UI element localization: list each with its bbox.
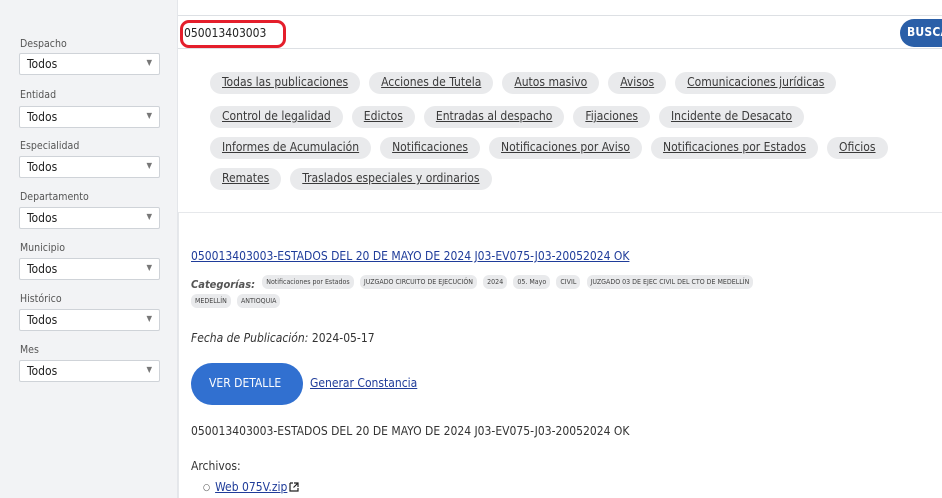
category-row: Remates Traslados especiales y ordinario… xyxy=(210,168,492,190)
category-badge: Notificaciones por Estados xyxy=(262,275,354,289)
category-badge: 05. Mayo xyxy=(513,275,551,289)
category-row: Informes de Acumulación Notificaciones N… xyxy=(210,137,888,159)
publication-date: Fecha de Publicación: 2024-05-17 xyxy=(191,331,375,345)
tag-control-de-legalidad[interactable]: Control de legalidad xyxy=(210,106,343,128)
tag-incidente-de-desacato[interactable]: Incidente de Desacato xyxy=(658,106,805,128)
chevron-down-icon: ▼ xyxy=(146,111,152,120)
tag-notificaciones[interactable]: Notificaciones xyxy=(380,137,481,159)
chevron-down-icon: ▼ xyxy=(146,263,152,272)
tag-remates[interactable]: Remates xyxy=(210,168,282,190)
category-badge: MEDELLÍN xyxy=(191,294,231,308)
category-badge: JUZGADO CIRCUITO DE EJECUCIÓN xyxy=(359,275,478,289)
tag-entradas-al-despacho[interactable]: Entradas al despacho xyxy=(423,106,565,128)
category-badge: 2024 xyxy=(483,275,508,289)
result-card: 050013403003-ESTADOS DEL 20 DE MAYO DE 2… xyxy=(178,212,942,498)
tag-autos-masivo[interactable]: Autos masivo xyxy=(502,72,600,94)
tag-notificaciones-por-estados[interactable]: Notificaciones por Estados xyxy=(651,137,819,159)
filter-value: Todos xyxy=(27,57,58,71)
filter-select-municipio[interactable]: Todos ▼ xyxy=(19,258,160,280)
filter-label-departamento: Departamento xyxy=(20,191,89,203)
category-badge: JUZGADO 03 DE EJEC CIVIL DEL CTO DE MEDE… xyxy=(586,275,754,289)
publication-date-value: 2024-05-17 xyxy=(311,331,375,345)
result-title-link[interactable]: 050013403003-ESTADOS DEL 20 DE MAYO DE 2… xyxy=(191,249,629,263)
file-list-item: ○ Web 075V.zip xyxy=(203,480,299,494)
filter-value: Todos xyxy=(27,160,58,174)
category-badge: ANTIOQUIA xyxy=(236,294,281,308)
filter-value: Todos xyxy=(27,262,58,276)
tag-avisos[interactable]: Avisos xyxy=(608,72,667,94)
tag-edictos[interactable]: Edictos xyxy=(351,106,415,128)
tag-traslados-especiales[interactable]: Traslados especiales y ordinarios xyxy=(290,168,492,190)
chevron-down-icon: ▼ xyxy=(146,58,152,67)
filter-select-mes[interactable]: Todos ▼ xyxy=(19,360,160,382)
tag-todas-las-publicaciones[interactable]: Todas las publicaciones xyxy=(210,72,361,94)
result-description: 050013403003-ESTADOS DEL 20 DE MAYO DE 2… xyxy=(191,424,630,438)
view-detail-button[interactable]: VER DETALLE xyxy=(191,363,303,405)
chevron-down-icon: ▼ xyxy=(146,212,152,221)
filter-label-historico: Histórico xyxy=(20,293,62,305)
generate-constancia-link[interactable]: Generar Constancia xyxy=(310,376,417,390)
files-label: Archivos: xyxy=(191,459,241,473)
tag-notificaciones-por-aviso[interactable]: Notificaciones por Aviso xyxy=(489,137,642,159)
filter-label-municipio: Municipio xyxy=(20,242,65,254)
filter-label-mes: Mes xyxy=(20,344,39,356)
tag-fijaciones[interactable]: Fijaciones xyxy=(573,106,650,128)
filter-label-especialidad: Especialidad xyxy=(20,140,80,152)
categorias-label: Categorías: xyxy=(191,277,256,291)
bullet-icon: ○ xyxy=(203,482,211,493)
chevron-down-icon: ▼ xyxy=(146,365,152,374)
publication-date-label: Fecha de Publicación: xyxy=(191,331,309,345)
filter-select-historico[interactable]: Todos ▼ xyxy=(19,309,160,331)
filter-select-entidad[interactable]: Todos ▼ xyxy=(19,106,160,128)
result-categories: Categorías: Notificaciones por Estados J… xyxy=(191,275,931,313)
tag-acciones-de-tutela[interactable]: Acciones de Tutela xyxy=(369,72,494,94)
filter-value: Todos xyxy=(27,364,58,378)
search-input[interactable]: 050013403003 xyxy=(180,20,286,48)
filters-sidebar: Despacho Todos ▼ Entidad Todos ▼ Especiali… xyxy=(0,0,178,498)
search-bar: 050013403003 BUSCA xyxy=(178,15,942,49)
chevron-down-icon: ▼ xyxy=(146,161,152,170)
tag-oficios[interactable]: Oficios xyxy=(827,137,888,159)
filter-select-despacho[interactable]: Todos ▼ xyxy=(19,53,160,75)
filter-value: Todos xyxy=(27,211,58,225)
chevron-down-icon: ▼ xyxy=(146,314,152,323)
tag-comunicaciones-juridicas[interactable]: Comunicaciones jurídicas xyxy=(675,72,837,94)
filter-select-especialidad[interactable]: Todos ▼ xyxy=(19,156,160,178)
file-download-link[interactable]: Web 075V.zip xyxy=(215,480,287,494)
category-badge: CIVIL xyxy=(556,275,581,289)
filter-select-departamento[interactable]: Todos ▼ xyxy=(19,207,160,229)
category-row: Todas las publicaciones Acciones de Tute… xyxy=(210,72,837,94)
filter-value: Todos xyxy=(27,313,58,327)
filter-label-entidad: Entidad xyxy=(20,89,57,101)
search-button[interactable]: BUSCA xyxy=(900,19,942,47)
filter-label-despacho: Despacho xyxy=(20,38,67,50)
filter-value: Todos xyxy=(27,110,58,124)
external-link-icon[interactable] xyxy=(289,482,299,492)
category-row: Control de legalidad Edictos Entradas al… xyxy=(210,106,805,128)
tag-informes-de-acumulacion[interactable]: Informes de Acumulación xyxy=(210,137,372,159)
